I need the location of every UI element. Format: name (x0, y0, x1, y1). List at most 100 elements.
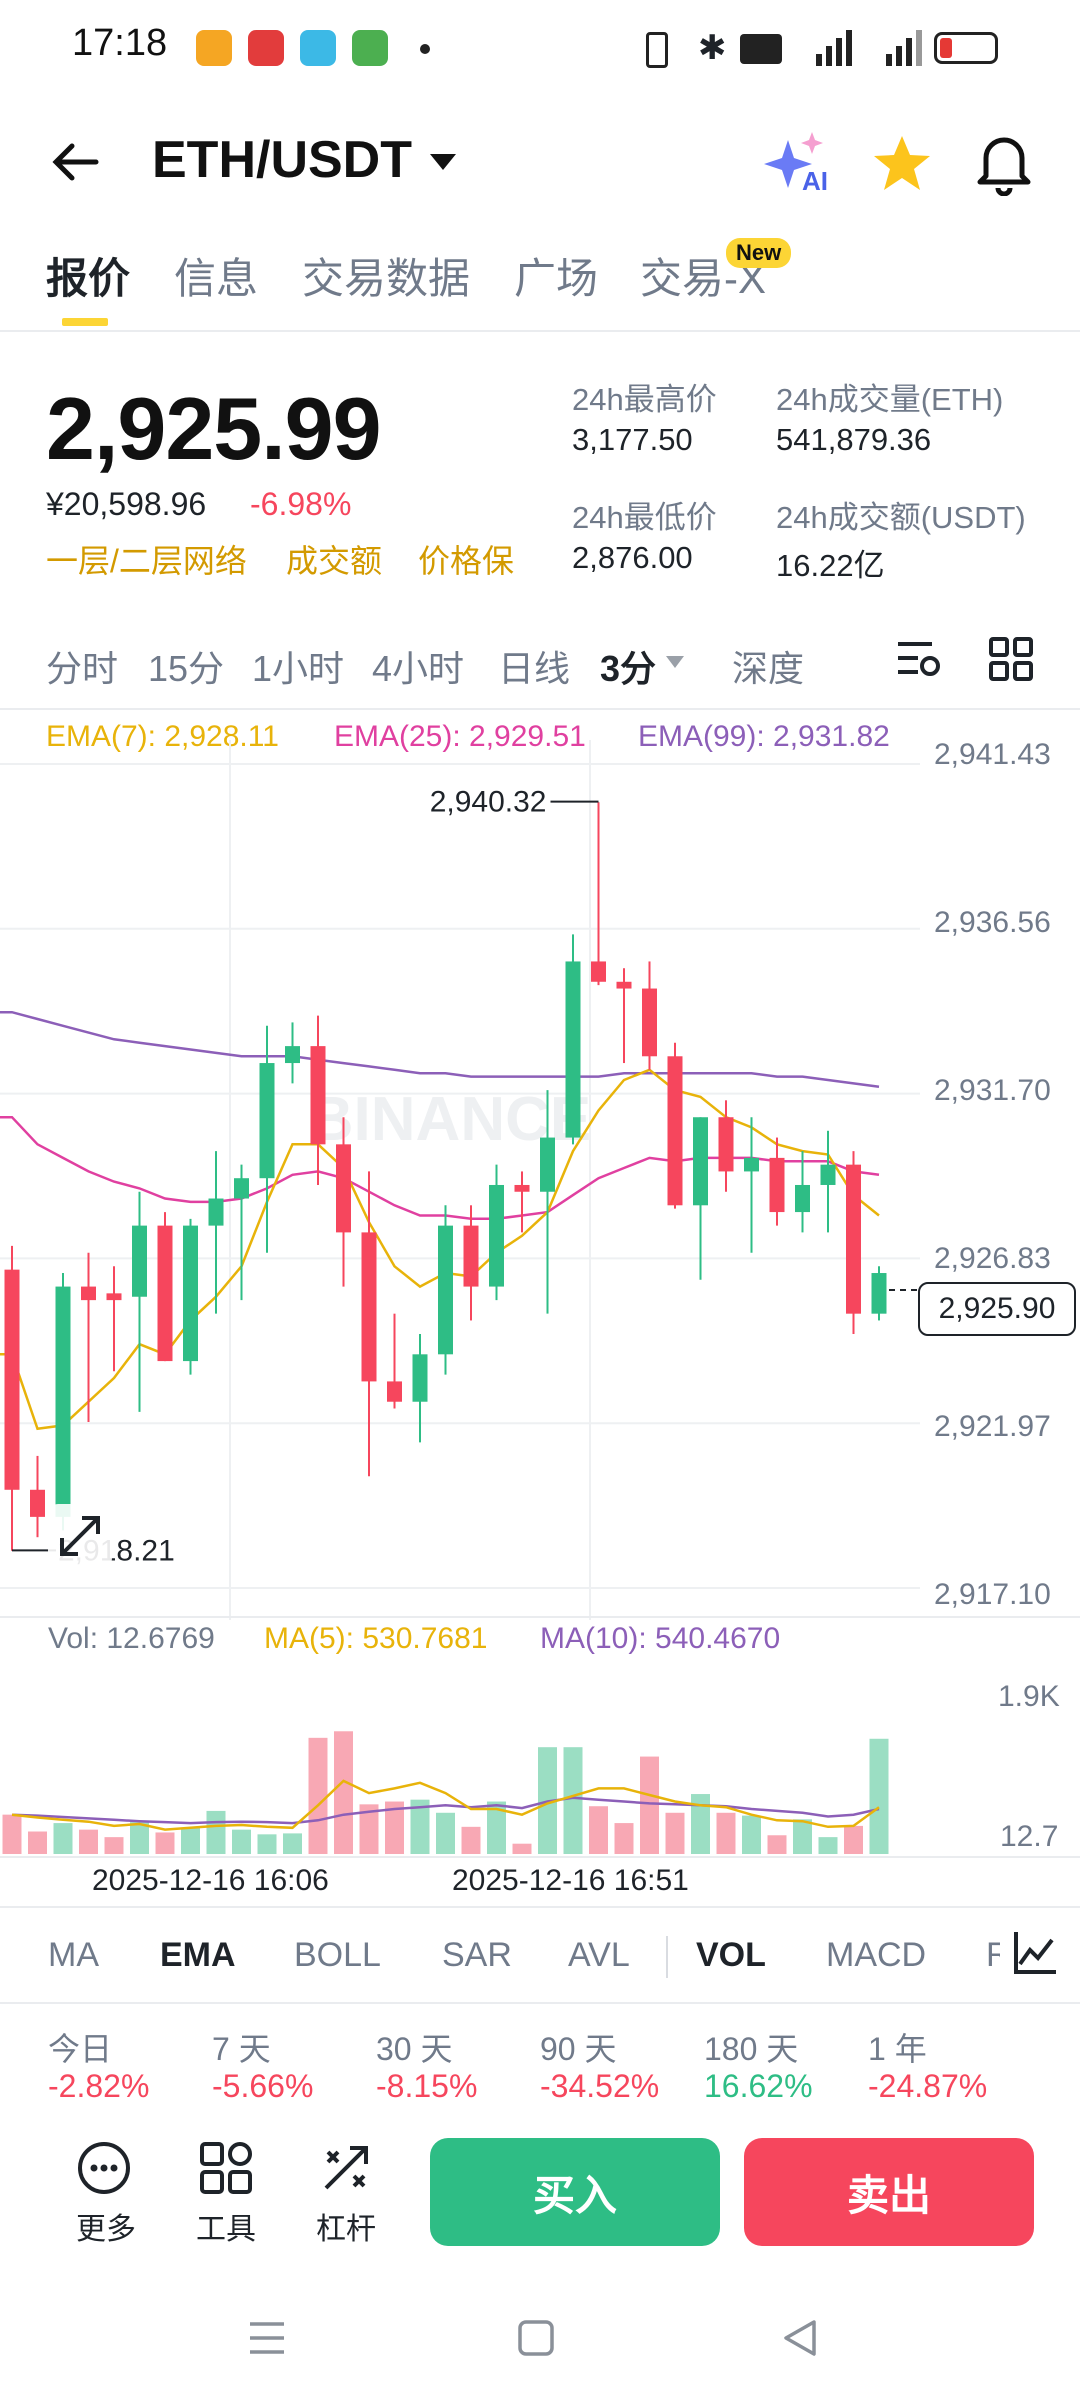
indicator-vol[interactable]: VOL (696, 1936, 766, 1975)
interval-dropdown-icon[interactable] (664, 654, 686, 670)
volume-bar (53, 1823, 73, 1854)
tools-label[interactable]: 工具 (196, 2204, 256, 2248)
pair-title[interactable]: ETH/USDT (152, 130, 412, 190)
volume-bar (665, 1812, 685, 1854)
candle-body (565, 961, 581, 1138)
indicator-chart-icon[interactable] (1010, 1928, 1060, 1978)
indicator-sar[interactable]: SAR (442, 1936, 512, 1975)
leverage-label[interactable]: 杠杆 (316, 2204, 376, 2248)
chart-top-divider (0, 708, 1080, 710)
candle-body (412, 1354, 428, 1402)
new-badge: New (726, 238, 792, 268)
volume-bar (844, 1825, 863, 1854)
indicator-avl[interactable]: AVL (568, 1936, 630, 1975)
current-price-tag: 2,925.90 (918, 1282, 1076, 1336)
vol-ma10-legend: MA(10): 540.4670 (540, 1622, 781, 1655)
last-price: 2,925.99 (46, 379, 382, 478)
bluetooth-icon: ✱ (698, 29, 727, 67)
interval-15m[interactable]: 15分 (148, 640, 224, 692)
tag-price-protect[interactable]: 价格保 (418, 536, 514, 582)
leverage-icon[interactable] (318, 2140, 374, 2196)
candle-body (693, 1117, 708, 1206)
tab-quote[interactable]: 报价 (46, 245, 130, 306)
volume-bar (589, 1806, 608, 1854)
more-icon[interactable] (76, 2140, 132, 2196)
candle (871, 1266, 887, 1321)
candle-body (106, 1293, 122, 1301)
ai-label: AI (802, 166, 828, 196)
indicator-ema[interactable]: EMA (160, 1936, 236, 1975)
status-bar: 17:18 ✱ (0, 0, 1080, 100)
indicator-boll[interactable]: BOLL (294, 1936, 381, 1975)
sell-button[interactable]: 卖出 (744, 2138, 1034, 2246)
grid-layout-icon[interactable] (988, 636, 1034, 682)
candle-body (157, 1225, 173, 1362)
ai-sparkle-icon[interactable]: AI (762, 132, 832, 198)
volume-bar (130, 1822, 149, 1854)
candle-body (81, 1286, 96, 1301)
home-nav-icon[interactable] (516, 2318, 556, 2358)
candle-body (208, 1198, 224, 1226)
tab-trading-data[interactable]: 交易数据 (302, 245, 470, 306)
tag-turnover[interactable]: 成交额 (286, 536, 382, 582)
perf-label-7d: 7 天 (212, 2031, 271, 2067)
candle-body (769, 1157, 785, 1213)
interval-timeline[interactable]: 分时 (46, 640, 118, 692)
volume-chart[interactable] (0, 1660, 1080, 1856)
candle (361, 1171, 377, 1477)
volume-bar (640, 1756, 659, 1854)
interval-3m[interactable]: 3分 (600, 640, 656, 692)
candle-body (361, 1232, 377, 1382)
vibrate-icon (646, 32, 668, 68)
tab-square[interactable]: 广场 (514, 245, 598, 306)
battery-icon (934, 32, 998, 64)
candle-body (795, 1184, 810, 1213)
chart-settings-icon[interactable] (896, 636, 942, 682)
candle (616, 968, 632, 1064)
interval-4h[interactable]: 4小时 (372, 640, 464, 692)
candle (132, 1191, 147, 1412)
indicator-macd[interactable]: MACD (826, 1936, 926, 1975)
more-label[interactable]: 更多 (76, 2204, 136, 2248)
candle-body (489, 1184, 504, 1287)
candle-body (4, 1269, 20, 1490)
interval-1d[interactable]: 日线 (498, 640, 570, 692)
volume-bar (28, 1831, 47, 1854)
perf-label-today: 今日 (48, 2031, 113, 2067)
candle (769, 1137, 785, 1226)
toutiao-icon (248, 30, 284, 66)
indicator-rsi[interactable]: R (986, 1936, 1000, 1975)
candle (183, 1218, 198, 1375)
buy-button[interactable]: 买入 (430, 2138, 720, 2246)
pair-dropdown-icon[interactable] (428, 150, 458, 174)
vol-usdt-label: 24h成交额(USDT) (776, 500, 1026, 535)
high-annotation: 2,940.32 (430, 786, 547, 819)
candle (744, 1117, 759, 1253)
tag-layer-network[interactable]: 一层/二层网络 (46, 536, 247, 582)
back-nav-icon[interactable] (780, 2318, 820, 2358)
tab-info[interactable]: 信息 (174, 245, 258, 306)
volume-bar (206, 1810, 226, 1854)
interval-1h[interactable]: 1小时 (252, 640, 344, 692)
signal-5g-icon-2 (866, 28, 922, 68)
bell-icon[interactable] (974, 130, 1034, 197)
candle (259, 1025, 275, 1253)
volume-bar (563, 1747, 583, 1854)
price-chart[interactable]: BINANCE 2,940.322,918.21 (0, 740, 1080, 1620)
vol-ma5-legend: MA(5): 530.7681 (264, 1622, 488, 1655)
favorite-star-icon[interactable] (870, 132, 934, 196)
tools-icon[interactable] (198, 2140, 254, 2196)
candle-body (871, 1273, 887, 1314)
candle-body (438, 1225, 453, 1355)
candle (463, 1205, 479, 1321)
candle-body (744, 1157, 759, 1172)
tabs-divider (0, 330, 1080, 332)
back-arrow-icon[interactable] (46, 132, 106, 192)
indicator-ma[interactable]: MA (48, 1936, 99, 1975)
perf-label-90d: 90 天 (540, 2031, 617, 2067)
expand-icon[interactable] (48, 1504, 112, 1568)
interval-depth[interactable]: 深度 (732, 640, 804, 692)
menu-nav-icon[interactable] (246, 2318, 288, 2358)
candle (157, 1212, 173, 1362)
candle-body (259, 1063, 275, 1179)
